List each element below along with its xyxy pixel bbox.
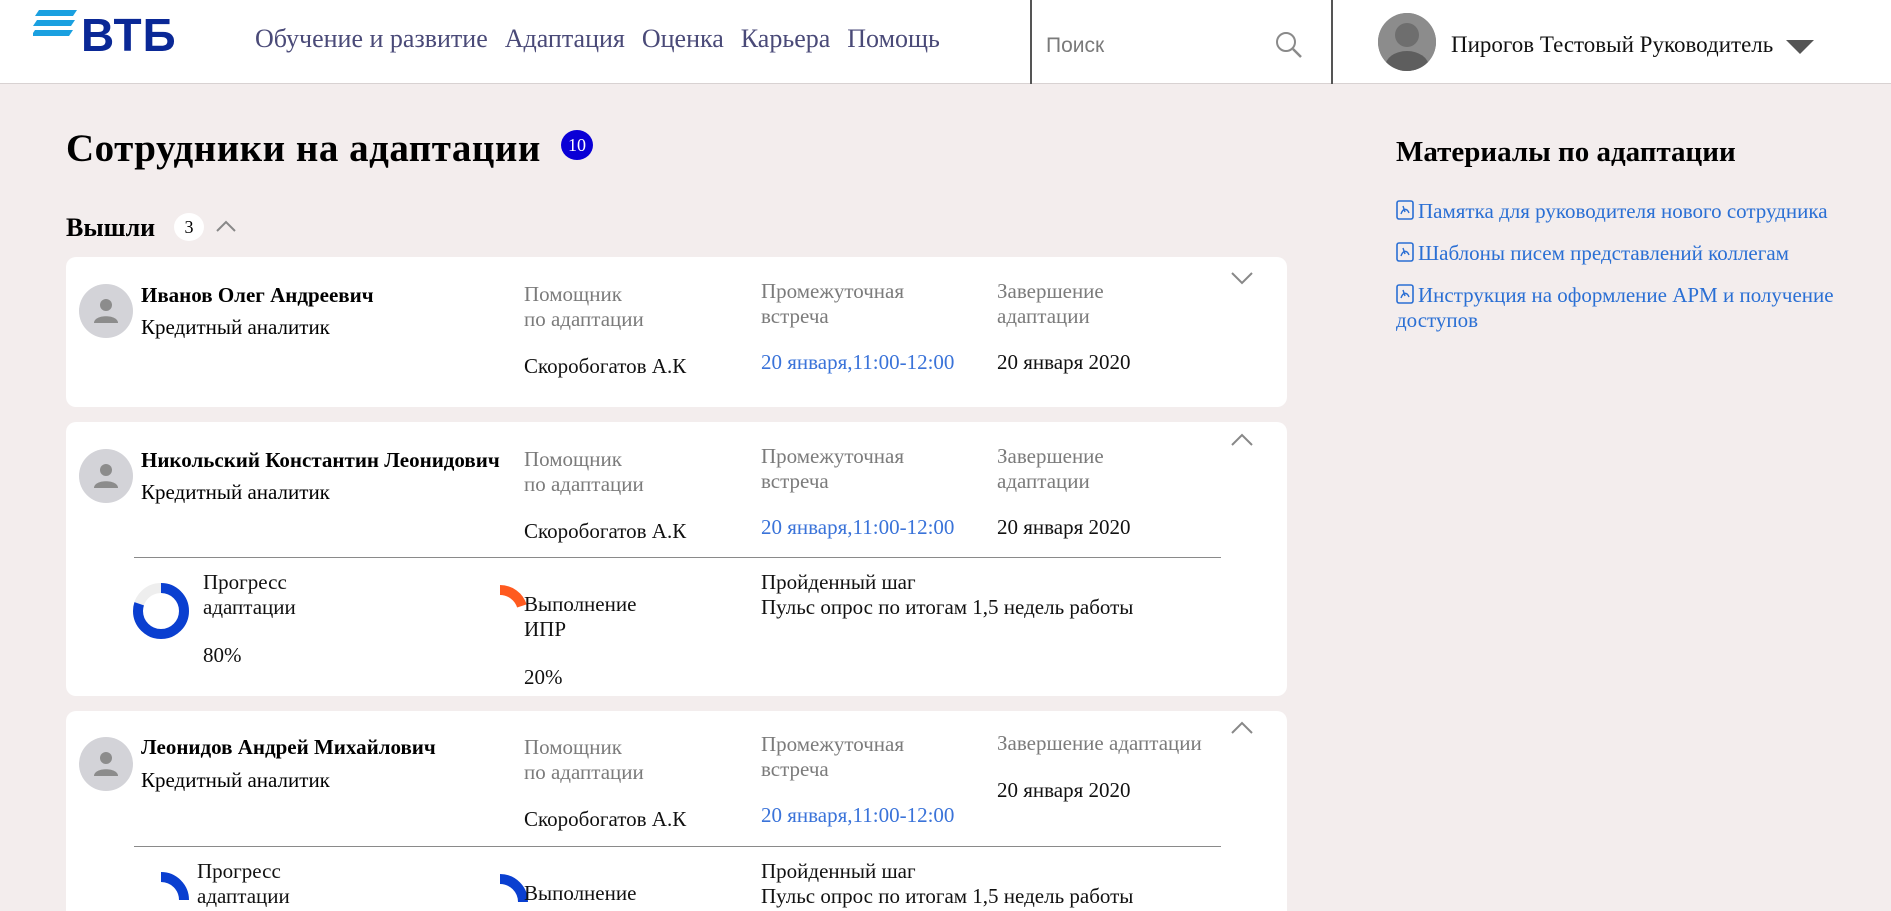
material-link-text[interactable]: Памятка для руководителя нового сотрудни…: [1418, 199, 1828, 223]
employee-avatar: [79, 737, 133, 791]
progress-label: Прогресс: [197, 859, 281, 883]
step-value: Пульс опрос по итогам 1,5 недель работы: [761, 884, 1134, 908]
progress-label: Прогресс: [203, 570, 287, 594]
helper-value: Скоробогатов А.К: [524, 519, 687, 543]
progress-label: адаптации: [197, 884, 290, 908]
helper-label: по адаптации: [524, 307, 644, 331]
section-count-badge: 3: [174, 213, 204, 241]
finish-value: 20 января 2020: [997, 778, 1131, 802]
user-photo-icon: [1378, 13, 1436, 71]
top-header: ВТБ Обучение и развитие Адаптация Оценка…: [0, 0, 1891, 84]
material-link[interactable]: Инструкция на оформление АРМ и получение…: [1396, 283, 1866, 333]
card-divider: [134, 557, 1221, 558]
helper-label: по адаптации: [524, 760, 644, 784]
helper-label: Помощник: [524, 282, 622, 306]
employee-role: Кредитный аналитик: [141, 768, 330, 792]
logo-text: ВТБ: [81, 9, 177, 61]
finish-value: 20 января 2020: [997, 350, 1131, 374]
nav-item-career[interactable]: Карьера: [741, 22, 830, 56]
employee-card: Иванов Олег Андреевич Кредитный аналитик…: [66, 257, 1287, 407]
meeting-link[interactable]: 20 января,11:00-12:00: [761, 514, 954, 540]
header-divider: [1331, 0, 1333, 84]
meeting-label: Промежуточная: [761, 279, 905, 303]
employee-name[interactable]: Леонидов Андрей Михайлович: [141, 734, 436, 760]
progress-label: адаптации: [203, 595, 296, 619]
pdf-icon: [1396, 284, 1414, 304]
finish-label: Завершение: [997, 444, 1104, 468]
vtb-logo[interactable]: ВТБ: [33, 8, 176, 60]
meeting-label: встреча: [761, 757, 829, 781]
ipr-arc: [499, 874, 528, 903]
page-title: Сотрудники на адаптации: [66, 127, 541, 170]
helper-label: Помощник: [524, 735, 622, 759]
section-title-left: Вышли: [66, 213, 156, 242]
finish-value: 20 января 2020: [997, 515, 1131, 539]
ipr-donut: [499, 874, 528, 903]
person-icon: [94, 299, 118, 323]
material-link-text[interactable]: Инструкция на оформление АРМ и получение…: [1396, 283, 1834, 332]
nav-item-evaluation[interactable]: Оценка: [642, 22, 724, 56]
step-label: Пройденный шаг: [761, 570, 916, 594]
progress-arc: [160, 872, 189, 901]
ipr-label: ИПР: [524, 617, 567, 641]
materials-title: Материалы по адаптации: [1396, 136, 1736, 168]
finish-label: адаптации: [997, 469, 1090, 493]
user-menu-caret-icon[interactable]: [1786, 40, 1814, 54]
material-link[interactable]: Шаблоны писем представлений коллегам: [1396, 241, 1866, 266]
nav-item-learning[interactable]: Обучение и развитие: [255, 22, 488, 56]
card-divider: [134, 846, 1221, 847]
finish-label: Завершение: [997, 279, 1104, 303]
employee-card: Леонидов Андрей Михайлович Кредитный ана…: [66, 711, 1287, 911]
meeting-label: встреча: [761, 469, 829, 493]
chevron-down-icon[interactable]: [1230, 270, 1254, 286]
employee-name[interactable]: Никольский Константин Леонидович: [141, 447, 500, 473]
step-value: Пульс опрос по итогам 1,5 недель работы: [761, 595, 1134, 619]
search-box: [1034, 26, 1304, 66]
ipr-donut: [472, 585, 528, 641]
meeting-label: Промежуточная: [761, 444, 905, 468]
step-label: Пройденный шаг: [761, 859, 916, 883]
pdf-icon: [1396, 242, 1414, 262]
section-collapse-icon[interactable]: [215, 218, 237, 234]
search-input[interactable]: [1046, 30, 1266, 62]
employee-avatar: [79, 284, 133, 338]
employee-role: Кредитный аналитик: [141, 480, 330, 504]
ipr-value: 20%: [524, 665, 563, 689]
meeting-link[interactable]: 20 января,11:00-12:00: [761, 349, 954, 375]
employees-count-badge: 10: [561, 130, 593, 160]
material-link[interactable]: Памятка для руководителя нового сотрудни…: [1396, 199, 1866, 224]
nav-item-adaptation[interactable]: Адаптация: [505, 22, 625, 56]
chevron-up-icon[interactable]: [1230, 720, 1254, 736]
meeting-label: встреча: [761, 304, 829, 328]
ipr-label: Выполнение: [524, 881, 637, 905]
employee-role: Кредитный аналитик: [141, 315, 330, 339]
person-icon: [94, 752, 118, 776]
material-link-text[interactable]: Шаблоны писем представлений коллегам: [1418, 241, 1789, 265]
chevron-up-icon[interactable]: [1230, 432, 1254, 448]
finish-label: Завершение адаптации: [997, 731, 1202, 755]
finish-label: адаптации: [997, 304, 1090, 328]
employee-avatar: [79, 449, 133, 503]
helper-label: по адаптации: [524, 472, 644, 496]
progress-value: 80%: [203, 643, 242, 667]
progress-donut: [160, 872, 189, 901]
ipr-label: Выполнение: [524, 592, 637, 616]
employee-name[interactable]: Иванов Олег Андреевич: [141, 282, 374, 308]
progress-donut: [133, 583, 189, 639]
helper-value: Скоробогатов А.К: [524, 807, 687, 831]
main-nav: Обучение и развитие Адаптация Оценка Кар…: [255, 22, 957, 56]
pdf-icon: [1396, 200, 1414, 220]
logo-stripes-icon: [33, 10, 77, 36]
meeting-link[interactable]: 20 января,11:00-12:00: [761, 802, 954, 828]
helper-value: Скоробогатов А.К: [524, 354, 687, 378]
meeting-label: Промежуточная: [761, 732, 905, 756]
helper-label: Помощник: [524, 447, 622, 471]
search-icon[interactable]: [1274, 30, 1304, 60]
employee-card: Никольский Константин Леонидович Кредитн…: [66, 422, 1287, 696]
nav-item-help[interactable]: Помощь: [847, 22, 940, 56]
user-avatar[interactable]: [1378, 13, 1436, 71]
person-icon: [94, 464, 118, 488]
header-divider: [1030, 0, 1032, 84]
user-name[interactable]: Пирогов Тестовый Руководитель: [1451, 30, 1773, 60]
